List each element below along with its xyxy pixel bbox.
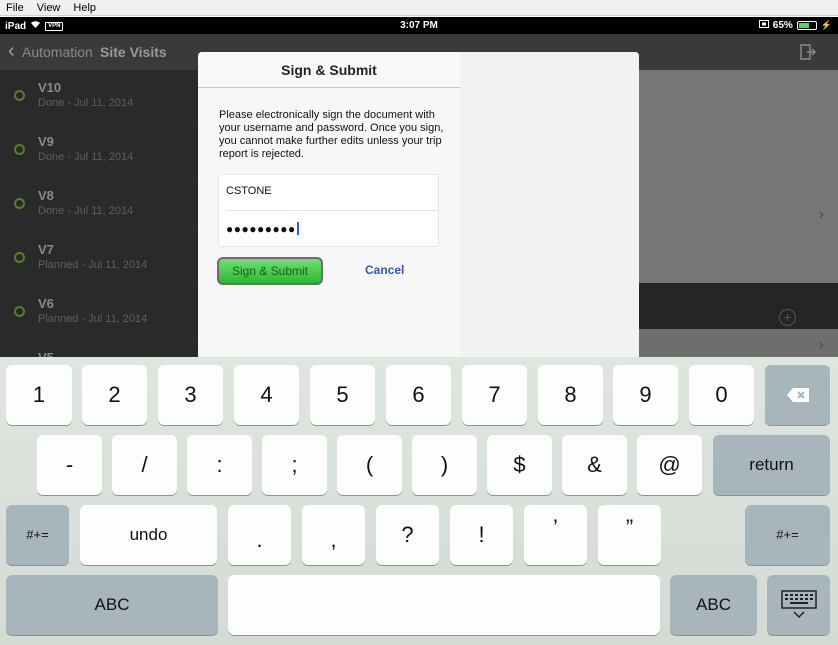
visit-status: Planned - Jul 11, 2014 (38, 259, 148, 271)
dialog-side-area (460, 52, 639, 377)
key-6[interactable]: 6 (386, 365, 451, 425)
key-9[interactable]: 9 (613, 365, 678, 425)
dialog-header: Sign & Submit (198, 52, 460, 88)
visit-status: Planned - Jul 11, 2014 (38, 313, 148, 325)
key-question[interactable]: ? (376, 505, 439, 565)
credentials-box: CSTONE ●●●●●●●●● (218, 174, 439, 247)
abc-key-left[interactable]: ABC (6, 575, 218, 635)
username-field[interactable]: CSTONE (226, 185, 272, 197)
status-ring-icon (14, 306, 25, 317)
visit-status: Done - Jul 11, 2014 (38, 97, 134, 109)
key-4[interactable]: 4 (234, 365, 299, 425)
battery-level (798, 23, 809, 28)
visit-status: Done - Jul 11, 2014 (38, 205, 134, 217)
menu-help[interactable]: Help (73, 2, 96, 14)
master-nav-bar: ‹ Automation Site Visits (0, 34, 198, 70)
text-caret (296, 222, 299, 235)
exit-icon[interactable] (800, 44, 817, 60)
onscreen-keyboard: 1 2 3 4 5 6 7 8 9 0 - / : ; ( ) $ & @ re… (0, 357, 838, 645)
key-7[interactable]: 7 (462, 365, 527, 425)
visit-item[interactable]: V7 Planned - Jul 11, 2014 (0, 232, 198, 286)
status-ring-icon (14, 198, 25, 209)
screen-lock-icon (758, 20, 769, 31)
menu-file[interactable]: File (6, 2, 24, 14)
field-divider (226, 210, 438, 211)
visit-item[interactable]: V9 Done - Jul 11, 2014 (0, 124, 198, 178)
status-time: 3:07 PM (400, 20, 438, 31)
visit-name: V8 (38, 188, 54, 203)
key-ampersand[interactable]: & (562, 435, 627, 495)
key-comma[interactable]: , (302, 505, 365, 565)
battery-percent: 65% (772, 20, 793, 31)
key-0[interactable]: 0 (689, 365, 754, 425)
visit-name: V9 (38, 134, 54, 149)
key-3[interactable]: 3 (158, 365, 223, 425)
chevron-right-icon: › (818, 336, 824, 353)
key-apostrophe[interactable]: ’ (524, 505, 587, 565)
status-ring-icon (14, 252, 25, 263)
more-symbols-key-left[interactable]: #+= (6, 505, 69, 565)
abc-key-right[interactable]: ABC (670, 575, 757, 635)
visit-name: V10 (38, 80, 62, 95)
dialog-title: Sign & Submit (281, 62, 377, 78)
back-chevron-icon[interactable]: ‹ (8, 41, 20, 61)
key-1[interactable]: 1 (6, 365, 72, 425)
key-period[interactable]: . (228, 505, 291, 565)
key-2[interactable]: 2 (82, 365, 147, 425)
charging-icon: ⚡ (820, 20, 832, 30)
key-slash[interactable]: / (112, 435, 177, 495)
key-open-paren[interactable]: ( (337, 435, 402, 495)
visit-status: Done - Jul 11, 2014 (38, 151, 134, 163)
key-dollar[interactable]: $ (487, 435, 552, 495)
key-5[interactable]: 5 (310, 365, 375, 425)
key-at[interactable]: @ (637, 435, 702, 495)
back-button[interactable]: Automation (22, 44, 93, 60)
password-mask: ●●●●●●●●● (226, 222, 296, 236)
add-icon[interactable]: + (779, 309, 796, 326)
key-semicolon[interactable]: ; (262, 435, 327, 495)
return-key[interactable]: return (713, 435, 830, 495)
sign-submit-button[interactable]: Sign & Submit (217, 257, 323, 285)
keyboard-hide-icon (780, 590, 817, 619)
key-close-paren[interactable]: ) (412, 435, 477, 495)
key-exclamation[interactable]: ! (450, 505, 513, 565)
cancel-button[interactable]: Cancel (365, 263, 404, 277)
more-symbols-key-right[interactable]: #+= (745, 505, 830, 565)
simulator-menubar: File View Help (0, 0, 838, 16)
chevron-right-icon: › (818, 206, 824, 223)
dismiss-keyboard-key[interactable] (767, 575, 830, 635)
undo-key[interactable]: undo (80, 505, 217, 565)
status-ring-icon (14, 90, 25, 101)
sign-submit-dialog: Sign & Submit Please electronically sign… (198, 52, 639, 377)
key-quote[interactable]: ” (598, 505, 661, 565)
key-8[interactable]: 8 (538, 365, 603, 425)
delete-key[interactable] (765, 365, 830, 425)
key-hyphen[interactable]: - (37, 435, 102, 495)
visit-item[interactable]: V6 Planned - Jul 11, 2014 (0, 286, 198, 340)
visit-name: V6 (38, 296, 54, 311)
visit-name: V7 (38, 242, 54, 257)
visit-item[interactable]: V8 Done - Jul 11, 2014 (0, 178, 198, 232)
battery-icon (796, 21, 817, 30)
password-field[interactable]: ●●●●●●●●● (226, 222, 299, 236)
visit-list: V10 Done - Jul 11, 2014 V9 Done - Jul 11… (0, 70, 198, 365)
status-bar: iPad VPN 3:07 PM 65% ⚡ (0, 17, 838, 34)
backspace-icon (786, 388, 809, 402)
menu-view[interactable]: View (37, 2, 61, 14)
space-key[interactable] (228, 575, 660, 635)
key-colon[interactable]: : (187, 435, 252, 495)
status-ring-icon (14, 144, 25, 155)
visit-item[interactable]: V10 Done - Jul 11, 2014 (0, 70, 198, 124)
dialog-message: Please electronically sign the document … (219, 109, 444, 160)
master-title: Site Visits (100, 44, 167, 60)
